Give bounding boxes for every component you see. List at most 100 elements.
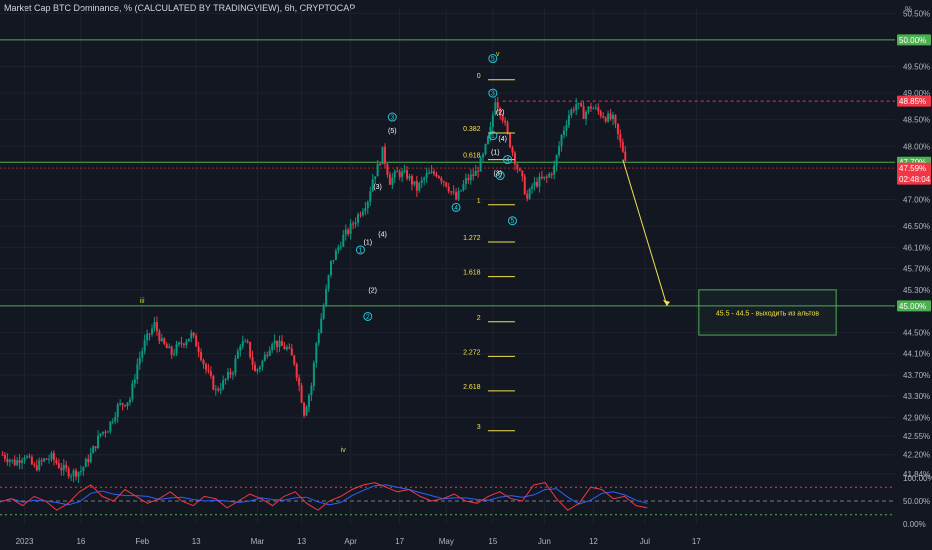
candle-body bbox=[472, 174, 475, 176]
candle-body bbox=[185, 341, 188, 346]
candle-body bbox=[283, 345, 286, 350]
candle-body bbox=[538, 176, 541, 187]
y-tick-label: 42.55% bbox=[903, 432, 930, 441]
candle-body bbox=[271, 344, 274, 351]
candle-body bbox=[486, 136, 489, 145]
candle-body bbox=[285, 347, 288, 350]
candle-body bbox=[143, 340, 146, 351]
candle-body bbox=[38, 460, 41, 471]
candle-body bbox=[357, 214, 359, 223]
candle-body bbox=[99, 433, 102, 436]
price-tag-label: 48.85% bbox=[899, 97, 926, 106]
candle-body bbox=[249, 341, 252, 358]
candle-body bbox=[133, 379, 136, 384]
y-tick-label: 46.50% bbox=[903, 222, 930, 231]
candle-body bbox=[582, 106, 585, 120]
y-tick-label: 43.30% bbox=[903, 392, 930, 401]
price-chart[interactable]: 0 0.382 0.618 1 1.272 1.618 2 2.272 2.618 3 45.5 -… bbox=[0, 0, 932, 550]
candle-body bbox=[415, 181, 418, 191]
candle-body bbox=[276, 340, 279, 348]
candle-body bbox=[310, 385, 313, 396]
candle-body bbox=[558, 146, 561, 156]
candle-body bbox=[55, 460, 58, 464]
x-tick-label: 17 bbox=[692, 537, 701, 546]
candle-body bbox=[565, 125, 568, 131]
candle-body bbox=[43, 458, 46, 462]
candle-body bbox=[401, 171, 404, 178]
candle-body bbox=[607, 113, 610, 122]
wave-label: 4 bbox=[506, 157, 510, 164]
candle-body bbox=[322, 305, 325, 319]
x-tick-label: Feb bbox=[135, 537, 149, 546]
x-tick-label: 16 bbox=[76, 537, 85, 546]
candle-body bbox=[602, 116, 605, 118]
y-tick-label: 44.10% bbox=[903, 350, 930, 359]
candle-body bbox=[359, 214, 362, 216]
candle-body bbox=[528, 188, 531, 199]
candle-body bbox=[60, 467, 63, 471]
candle-body bbox=[21, 460, 24, 464]
candle-body bbox=[16, 460, 19, 466]
candle-body bbox=[48, 459, 51, 461]
candle-body bbox=[366, 201, 369, 209]
y-tick-label: 42.90% bbox=[903, 414, 930, 423]
candle-body bbox=[258, 367, 261, 370]
candle-body bbox=[62, 464, 65, 471]
candle-body bbox=[219, 388, 222, 391]
fib-level-label: 0.382 bbox=[463, 126, 481, 133]
candle-body bbox=[457, 190, 460, 200]
candle-body bbox=[383, 146, 386, 164]
wave-label: 1 bbox=[358, 247, 362, 254]
candle-body bbox=[175, 344, 178, 354]
candle-body bbox=[526, 194, 529, 199]
candle-body bbox=[577, 103, 580, 105]
wave-label: (4) bbox=[498, 136, 507, 143]
candle-body bbox=[170, 346, 173, 355]
candle-body bbox=[75, 470, 78, 477]
rsi-pane bbox=[0, 482, 895, 516]
candle-body bbox=[342, 234, 345, 247]
candle-body bbox=[452, 191, 455, 193]
x-tick-label: 13 bbox=[192, 537, 201, 546]
candle-body bbox=[616, 123, 619, 134]
candle-body bbox=[168, 346, 171, 349]
candle-body bbox=[506, 122, 509, 134]
candle-body bbox=[585, 111, 588, 120]
fib-level-label: 1.618 bbox=[463, 270, 481, 277]
candle-body bbox=[303, 402, 306, 416]
candle-body bbox=[307, 395, 310, 408]
candle-body bbox=[437, 176, 440, 178]
annotations: 0 0.382 0.618 1 1.272 1.618 2 2.272 2.618 3 45.5 -… bbox=[140, 51, 837, 454]
candle-body bbox=[447, 186, 450, 192]
candle-body bbox=[195, 335, 198, 347]
candle-body bbox=[420, 180, 423, 184]
x-tick-label: Mar bbox=[251, 537, 265, 546]
candle-body bbox=[484, 144, 487, 155]
candle-body bbox=[126, 402, 129, 407]
candle-body bbox=[65, 464, 68, 469]
candle-body bbox=[3, 454, 6, 459]
candle-body bbox=[197, 346, 200, 352]
countdown-label: 02:48:04 bbox=[899, 175, 931, 184]
candle-body bbox=[575, 104, 578, 111]
candle-body bbox=[504, 120, 507, 123]
candle-body bbox=[614, 115, 617, 124]
candle-body bbox=[28, 456, 31, 458]
rsi-tick-label: 0.00% bbox=[903, 520, 926, 529]
candle-body bbox=[459, 190, 462, 192]
candle-body bbox=[290, 348, 293, 356]
y-tick-label: 46.10% bbox=[903, 243, 930, 252]
candle-body bbox=[317, 332, 320, 344]
candle-body bbox=[440, 177, 443, 182]
candle-body bbox=[163, 338, 166, 345]
wave-label: iv bbox=[341, 447, 347, 454]
candle-body bbox=[111, 421, 114, 423]
candle-body bbox=[190, 332, 193, 339]
y-tick-label: 49.50% bbox=[903, 63, 930, 72]
candle-body bbox=[612, 115, 615, 120]
candle-body bbox=[224, 378, 227, 381]
grid bbox=[0, 8, 895, 524]
wave-label: 4 bbox=[454, 205, 458, 212]
candle-body bbox=[101, 431, 104, 434]
candle-body bbox=[77, 471, 80, 477]
